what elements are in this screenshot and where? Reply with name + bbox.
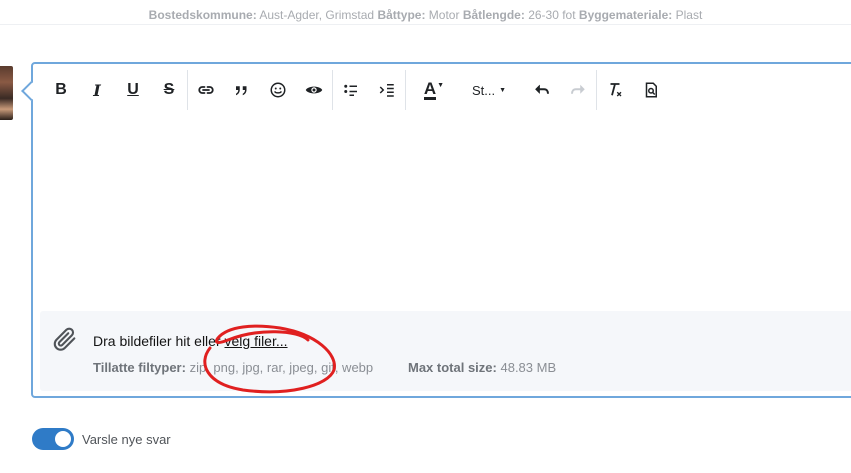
paperclip-icon (53, 327, 76, 351)
bold-button[interactable]: B (43, 72, 79, 108)
smiley-icon (270, 82, 286, 98)
material-value: Plast (675, 8, 703, 22)
caret-down-icon: ▼ (499, 86, 507, 94)
max-size-info: Max total size: 48.83 MB (408, 360, 556, 375)
allowed-file-types: Tillatte filtyper: zip, png, jpg, rar, j… (93, 360, 373, 375)
smilie-button[interactable] (260, 72, 296, 108)
avatar[interactable] (0, 66, 13, 120)
editor-toolbar: B I U S A ▼ St... ▼ (33, 64, 851, 116)
max-size-label: Max total size: (408, 360, 497, 375)
boat-type-label: Båttype: (377, 8, 426, 22)
types-value: zip, png, jpg, rar, jpeg, gif, webp (189, 360, 374, 375)
strikethrough-icon: S (163, 81, 175, 98)
style-label: St... (471, 82, 496, 98)
max-size-value: 48.83 MB (500, 360, 557, 375)
quote-icon (236, 86, 247, 96)
boat-length-value: 26-30 fot (528, 8, 576, 22)
boat-type-value: Motor (428, 8, 460, 22)
bullet-list-button[interactable] (333, 72, 369, 108)
font-color-button[interactable]: A ▼ (406, 72, 454, 108)
link-icon (198, 86, 214, 94)
strikethrough-button[interactable]: S (151, 72, 187, 108)
undo-button[interactable] (524, 72, 560, 108)
dropdown-caret-icon: ▼ (437, 82, 444, 89)
italic-button[interactable]: I (79, 72, 115, 108)
preview-icon (645, 82, 657, 98)
underline-icon: U (127, 81, 139, 98)
boat-length-label: Båtlengde: (462, 8, 525, 22)
bullet-list-icon (344, 84, 357, 96)
font-color-icon: A (423, 78, 437, 100)
bold-icon: B (55, 81, 67, 98)
watch-thread-toggle[interactable] (32, 428, 74, 450)
drop-instructions: Dra bildefiler hit eller velg filer... (93, 333, 288, 349)
spoiler-button[interactable] (296, 72, 332, 108)
toggle-knob (55, 431, 71, 447)
redo-icon (571, 84, 585, 94)
kommune-value: Aust-Agder, Grimstad (259, 8, 375, 22)
thread-info-line: Bostedskommune: Aust-Agder, Grimstad Båt… (0, 8, 851, 22)
underline-button[interactable]: U (115, 72, 151, 108)
types-label: Tillatte filtyper: (93, 360, 186, 375)
link-button[interactable] (188, 72, 224, 108)
italic-icon: I (93, 80, 101, 100)
indent-icon (379, 84, 394, 97)
material-label: Byggemateriale: (578, 8, 673, 22)
preview-button[interactable] (633, 72, 669, 108)
indent-button[interactable] (369, 72, 405, 108)
watch-thread-label[interactable]: Varsle nye svar (82, 432, 171, 447)
style-dropdown[interactable]: St... ▼ (454, 72, 524, 108)
redo-button[interactable] (560, 72, 596, 108)
drop-text: Dra bildefiler hit eller (93, 333, 225, 349)
eye-icon (305, 86, 323, 94)
undo-icon (535, 84, 549, 94)
clear-formatting-button[interactable] (597, 72, 633, 108)
divider (0, 24, 851, 25)
clear-format-icon (610, 83, 622, 97)
watch-thread-toggle-row[interactable]: Varsle nye svar (32, 428, 171, 450)
choose-files-link[interactable]: velg filer... (225, 333, 288, 349)
kommune-label: Bostedskommune: (148, 8, 257, 22)
attachment-dropzone[interactable]: Dra bildefiler hit eller velg filer... T… (40, 311, 851, 391)
reply-editor[interactable]: B I U S A ▼ St... ▼ Dra bildefiler hit e… (31, 62, 851, 398)
quote-button[interactable] (224, 72, 260, 108)
